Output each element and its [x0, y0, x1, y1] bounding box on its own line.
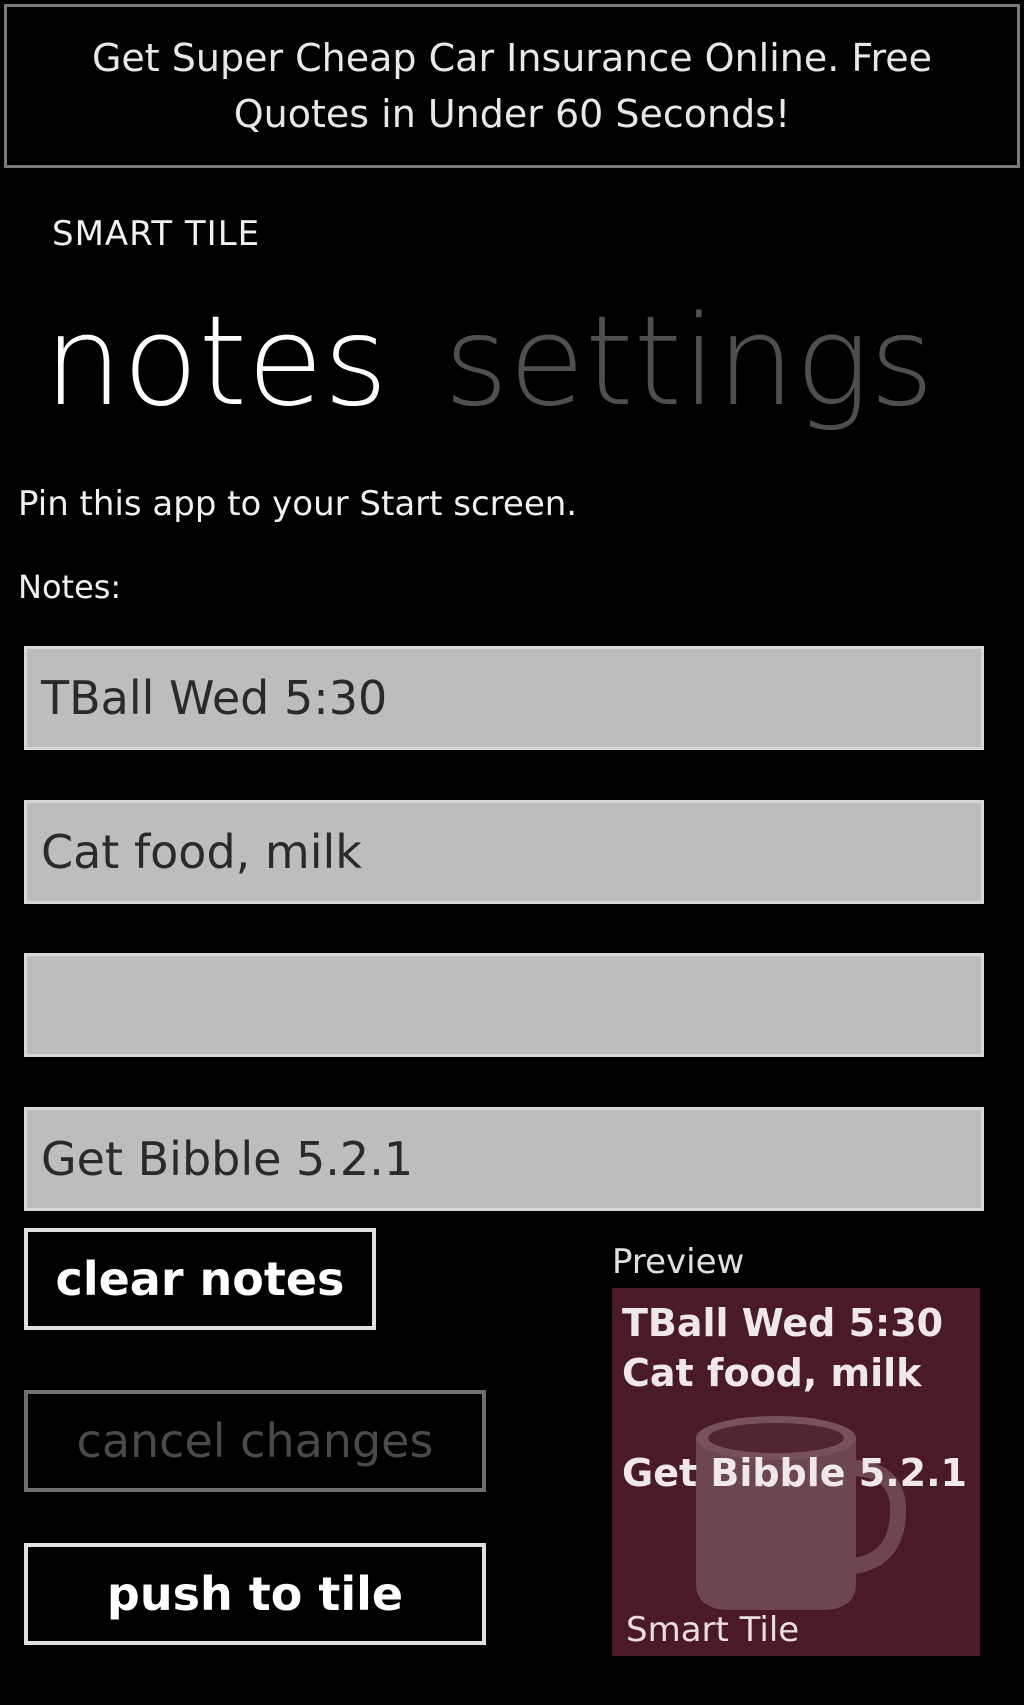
- ad-banner[interactable]: Get Super Cheap Car Insurance Online. Fr…: [4, 4, 1020, 168]
- ad-text[interactable]: Get Super Cheap Car Insurance Online. Fr…: [19, 30, 1005, 142]
- tile-preview: TBall Wed 5:30 Cat food, milk Get Bibble…: [612, 1288, 980, 1656]
- cancel-changes-button[interactable]: cancel changes: [24, 1390, 486, 1492]
- tile-line-2: Cat food, milk: [622, 1351, 922, 1395]
- tile-line-4: Get Bibble 5.2.1: [622, 1451, 967, 1495]
- notes-label: Notes:: [18, 568, 122, 606]
- clear-notes-button[interactable]: clear notes: [24, 1228, 376, 1330]
- preview-label: Preview: [612, 1242, 745, 1282]
- tile-line-3: [622, 1398, 974, 1448]
- note-field-2[interactable]: Cat food, milk: [24, 800, 984, 904]
- tile-line-1: TBall Wed 5:30: [622, 1301, 944, 1345]
- app-title: SMART TILE: [52, 214, 261, 254]
- note-field-1[interactable]: TBall Wed 5:30: [24, 646, 984, 750]
- pivot-tab-notes[interactable]: notes: [44, 292, 388, 432]
- pivot-header: notes settings: [44, 292, 934, 432]
- push-to-tile-button[interactable]: push to tile: [24, 1543, 486, 1645]
- note-field-3[interactable]: [24, 953, 984, 1057]
- pin-hint: Pin this app to your Start screen.: [18, 484, 578, 524]
- tile-name: Smart Tile: [626, 1610, 800, 1650]
- note-field-4[interactable]: Get Bibble 5.2.1: [24, 1107, 984, 1211]
- tile-notes: TBall Wed 5:30 Cat food, milk Get Bibble…: [622, 1298, 974, 1498]
- pivot-tab-settings[interactable]: settings: [444, 292, 934, 432]
